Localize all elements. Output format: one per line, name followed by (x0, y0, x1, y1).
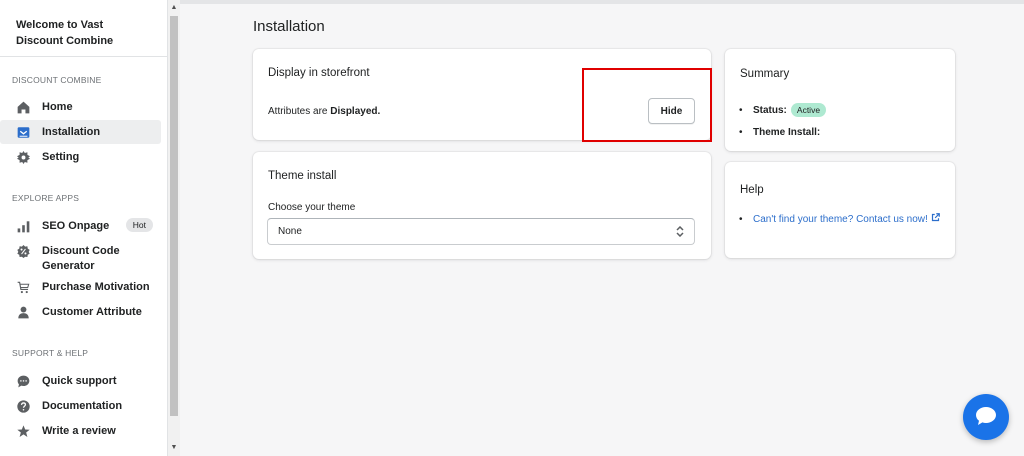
help-list-item: • Can't find your theme? Contact us now! (739, 212, 943, 227)
sidebar-item-home[interactable]: Home (0, 95, 161, 119)
sidebar-item-label: Setting (42, 151, 80, 163)
sidebar-item-label: Documentation (42, 400, 123, 412)
sidebar-item-label: Customer Attribute (42, 306, 142, 318)
sidebar-item-label: Installation (42, 126, 101, 138)
sidebar-item-seo-onpage[interactable]: SEO Onpage Hot (0, 214, 161, 238)
sidebar-item-label: Quick support (42, 375, 117, 387)
person-icon (16, 305, 30, 319)
scrollbar-thumb[interactable] (170, 16, 178, 416)
bullet-icon: • (739, 104, 743, 116)
sidebar-item-setting[interactable]: Setting (0, 145, 161, 169)
chat-bubble-icon (16, 374, 30, 388)
status-label: Status: (753, 104, 787, 116)
installation-icon (16, 125, 30, 139)
card-title: Theme install (268, 170, 337, 182)
page-title: Installation (253, 18, 325, 35)
home-icon (16, 100, 30, 114)
contact-us-link[interactable]: Can't find your theme? Contact us now! (753, 212, 943, 227)
theme-install-label: Theme Install: (753, 126, 821, 138)
sidebar-item-documentation[interactable]: Documentation (0, 394, 161, 418)
star-icon (16, 424, 30, 438)
summary-list: • Status: Active • Theme Install: (739, 99, 827, 143)
theme-select[interactable]: None (267, 218, 695, 245)
select-arrows-icon (676, 226, 684, 237)
sidebar-item-label: Home (42, 101, 73, 113)
sidebar-item-quick-support[interactable]: Quick support (0, 369, 161, 393)
summary-theme-install-row: • Theme Install: (739, 121, 826, 143)
theme-select-value: None (278, 226, 302, 237)
section-title-explore-apps: EXPLORE APPS (12, 193, 80, 203)
status-badge: Active (790, 103, 827, 117)
cart-icon (16, 280, 30, 294)
sidebar-item-purchase-motivation[interactable]: Purchase Motivation (0, 275, 161, 299)
sidebar-item-label: Write a review (42, 425, 116, 437)
highlight-box (582, 68, 712, 142)
sidebar-item-label: SEO Onpage (42, 220, 110, 232)
section-title-support-help: SUPPORT & HELP (12, 348, 89, 358)
sidebar-item-label: Purchase Motivation (42, 281, 150, 293)
app-title: Welcome to Vast Discount Combine (0, 0, 167, 57)
sidebar-item-discount-code-generator[interactable]: Discount Code Generator (0, 239, 161, 274)
question-icon (16, 399, 30, 413)
sidebar: Welcome to Vast Discount Combine DISCOUN… (0, 0, 168, 456)
sidebar-item-write-review[interactable]: Write a review (0, 419, 161, 443)
bullet-icon: • (739, 214, 743, 225)
bar-chart-icon (16, 219, 30, 233)
discount-icon (16, 244, 30, 258)
help-card: Help • Can't find your theme? Contact us… (725, 162, 955, 258)
card-title: Display in storefront (268, 67, 370, 79)
gear-icon (16, 150, 30, 164)
summary-card: Summary • Status: Active • Theme Install… (725, 49, 955, 151)
chat-icon (975, 406, 997, 429)
theme-install-card: Theme install Choose your theme None (253, 152, 711, 259)
attribute-status-value: Displayed. (330, 106, 381, 117)
card-title: Help (740, 184, 764, 196)
external-link-icon (931, 213, 940, 225)
contact-us-link-text: Can't find your theme? Contact us now! (753, 214, 928, 225)
chat-widget-button[interactable] (963, 394, 1009, 440)
hot-badge: Hot (125, 218, 153, 232)
sidebar-item-customer-attribute[interactable]: Customer Attribute (0, 300, 161, 324)
attribute-status-text: Attributes are Displayed. (268, 106, 380, 117)
card-title: Summary (740, 68, 790, 80)
scroll-down-arrow-icon[interactable]: ▼ (168, 442, 180, 454)
sidebar-item-installation[interactable]: Installation (0, 120, 161, 144)
sidebar-item-label: Discount Code Generator (42, 245, 120, 272)
section-title-discount-combine: DISCOUNT COMBINE (12, 75, 102, 85)
scroll-up-arrow-icon[interactable]: ▲ (168, 2, 180, 14)
attribute-status-prefix: Attributes are (268, 106, 331, 117)
theme-select-label: Choose your theme (268, 202, 356, 213)
summary-status-row: • Status: Active (739, 99, 827, 121)
bullet-icon: • (739, 126, 743, 138)
sidebar-scrollbar[interactable]: ▲ ▼ (168, 0, 180, 456)
